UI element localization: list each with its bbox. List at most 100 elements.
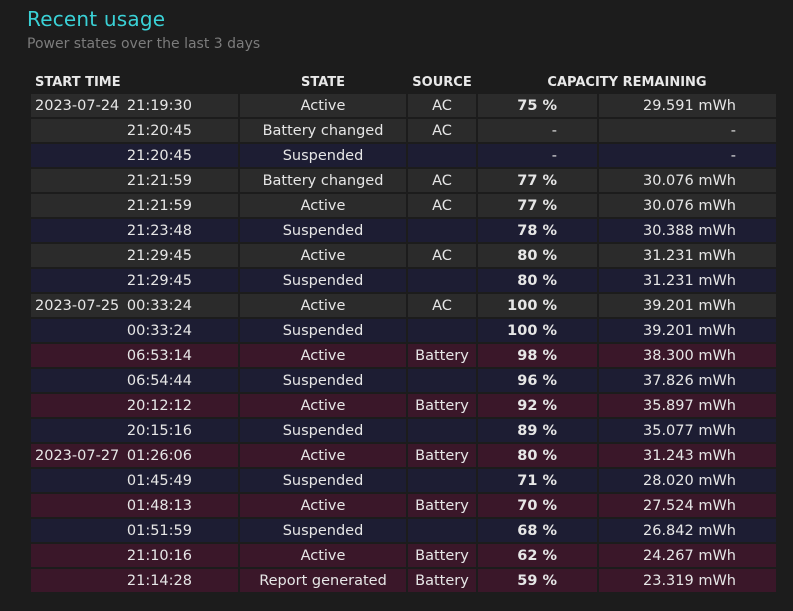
date-label: 2023-07-24: [35, 98, 120, 114]
capacity-percent-cell: 78 %: [478, 219, 597, 244]
capacity-percent-cell: 100 %: [478, 319, 597, 344]
capacity-mwh-cell: 31.243 mWh: [599, 444, 776, 469]
time-label: 21:21:59: [126, 173, 192, 189]
table-row: 20:12:12 Active Battery 92 % 35.897 mWh: [31, 394, 776, 419]
start-time-cell: 21:20:45: [31, 144, 238, 169]
state-cell: Battery changed: [240, 169, 406, 194]
table-row: 21:10:16 Active Battery 62 % 24.267 mWh: [31, 544, 776, 569]
capacity-mwh-cell: 24.267 mWh: [599, 544, 776, 569]
capacity-mwh-cell: 26.842 mWh: [599, 519, 776, 544]
capacity-mwh-cell: 39.201 mWh: [599, 294, 776, 319]
start-time-cell: 21:21:59: [31, 169, 238, 194]
time-label: 21:19:30: [126, 98, 192, 114]
source-cell: [408, 269, 476, 294]
table-row: 06:53:14 Active Battery 98 % 38.300 mWh: [31, 344, 776, 369]
capacity-mwh-cell: -: [599, 119, 776, 144]
time-label: 21:21:59: [126, 198, 192, 214]
state-cell: Suspended: [240, 469, 406, 494]
start-time-cell: 21:29:45: [31, 244, 238, 269]
table-row: 01:48:13 Active Battery 70 % 27.524 mWh: [31, 494, 776, 519]
state-cell: Active: [240, 544, 406, 569]
source-cell: [408, 319, 476, 344]
capacity-percent-cell: 96 %: [478, 369, 597, 394]
column-header-capacity-remaining: CAPACITY REMAINING: [547, 74, 707, 90]
start-time-cell: 20:12:12: [31, 394, 238, 419]
capacity-mwh-cell: 30.076 mWh: [599, 194, 776, 219]
time-label: 00:33:24: [126, 323, 192, 339]
time-label: 01:26:06: [126, 448, 192, 464]
state-cell: Active: [240, 294, 406, 319]
start-time-cell: 01:45:49: [31, 469, 238, 494]
capacity-mwh-cell: 38.300 mWh: [599, 344, 776, 369]
start-time-cell: 01:51:59: [31, 519, 238, 544]
source-cell: Battery: [408, 544, 476, 569]
capacity-percent-cell: 98 %: [478, 344, 597, 369]
capacity-mwh-cell: 28.020 mWh: [599, 469, 776, 494]
time-label: 20:12:12: [126, 398, 192, 414]
table-row: 06:54:44 Suspended 96 % 37.826 mWh: [31, 369, 776, 394]
capacity-mwh-cell: 35.077 mWh: [599, 419, 776, 444]
state-cell: Active: [240, 94, 406, 119]
start-time-cell: 2023-07-27 01:26:06: [31, 444, 238, 469]
time-label: 01:45:49: [126, 473, 192, 489]
capacity-mwh-cell: 27.524 mWh: [599, 494, 776, 519]
state-cell: Battery changed: [240, 119, 406, 144]
state-cell: Active: [240, 494, 406, 519]
capacity-percent-cell: 100 %: [478, 294, 597, 319]
start-time-cell: 21:14:28: [31, 569, 238, 594]
capacity-mwh-cell: 30.076 mWh: [599, 169, 776, 194]
capacity-percent-cell: 59 %: [478, 569, 597, 594]
capacity-mwh-cell: 23.319 mWh: [599, 569, 776, 594]
table-row: 21:29:45 Active AC 80 % 31.231 mWh: [31, 244, 776, 269]
column-header-source: SOURCE: [412, 74, 472, 90]
time-label: 06:53:14: [126, 348, 192, 364]
state-cell: Suspended: [240, 319, 406, 344]
source-cell: [408, 144, 476, 169]
start-time-cell: 00:33:24: [31, 319, 238, 344]
start-time-cell: 2023-07-24 21:19:30: [31, 94, 238, 119]
table-header-row: START TIME STATE SOURCE CAPACITY REMAINI…: [31, 70, 776, 94]
state-cell: Suspended: [240, 419, 406, 444]
time-label: 21:29:45: [126, 273, 192, 289]
table-row: 20:15:16 Suspended 89 % 35.077 mWh: [31, 419, 776, 444]
table-row: 2023-07-25 00:33:24 Active AC 100 % 39.201 mW…: [31, 294, 776, 319]
start-time-cell: 21:23:48: [31, 219, 238, 244]
capacity-percent-cell: -: [478, 119, 597, 144]
capacity-percent-cell: -: [478, 144, 597, 169]
start-time-cell: 21:10:16: [31, 544, 238, 569]
table-row: 21:29:45 Suspended 80 % 31.231 mWh: [31, 269, 776, 294]
capacity-percent-cell: 75 %: [478, 94, 597, 119]
date-label: 2023-07-27: [35, 448, 120, 464]
time-label: 06:54:44: [126, 373, 192, 389]
table-row: 21:14:28 Report generated Battery 59 % 23.31…: [31, 569, 776, 594]
capacity-percent-cell: 89 %: [478, 419, 597, 444]
start-time-cell: 21:21:59: [31, 194, 238, 219]
source-cell: AC: [408, 244, 476, 269]
source-cell: Battery: [408, 344, 476, 369]
capacity-mwh-cell: 31.231 mWh: [599, 269, 776, 294]
capacity-percent-cell: 80 %: [478, 444, 597, 469]
state-cell: Active: [240, 244, 406, 269]
start-time-cell: 20:15:16: [31, 419, 238, 444]
capacity-mwh-cell: 39.201 mWh: [599, 319, 776, 344]
start-time-cell: 21:20:45: [31, 119, 238, 144]
table-row: 00:33:24 Suspended 100 % 39.201 mWh: [31, 319, 776, 344]
state-cell: Active: [240, 444, 406, 469]
time-label: 20:15:16: [126, 423, 192, 439]
table-row: 01:45:49 Suspended 71 % 28.020 mWh: [31, 469, 776, 494]
state-cell: Suspended: [240, 269, 406, 294]
time-label: 01:48:13: [126, 498, 192, 514]
capacity-percent-cell: 80 %: [478, 269, 597, 294]
capacity-percent-cell: 80 %: [478, 244, 597, 269]
page-title: Recent usage: [27, 7, 166, 31]
capacity-percent-cell: 70 %: [478, 494, 597, 519]
capacity-mwh-cell: 31.231 mWh: [599, 244, 776, 269]
start-time-cell: 2023-07-25 00:33:24: [31, 294, 238, 319]
source-cell: AC: [408, 294, 476, 319]
capacity-percent-cell: 92 %: [478, 394, 597, 419]
source-cell: Battery: [408, 494, 476, 519]
table-row: 21:21:59 Active AC 77 % 30.076 mWh: [31, 194, 776, 219]
source-cell: [408, 369, 476, 394]
date-label: 2023-07-25: [35, 298, 120, 314]
capacity-mwh-cell: 37.826 mWh: [599, 369, 776, 394]
